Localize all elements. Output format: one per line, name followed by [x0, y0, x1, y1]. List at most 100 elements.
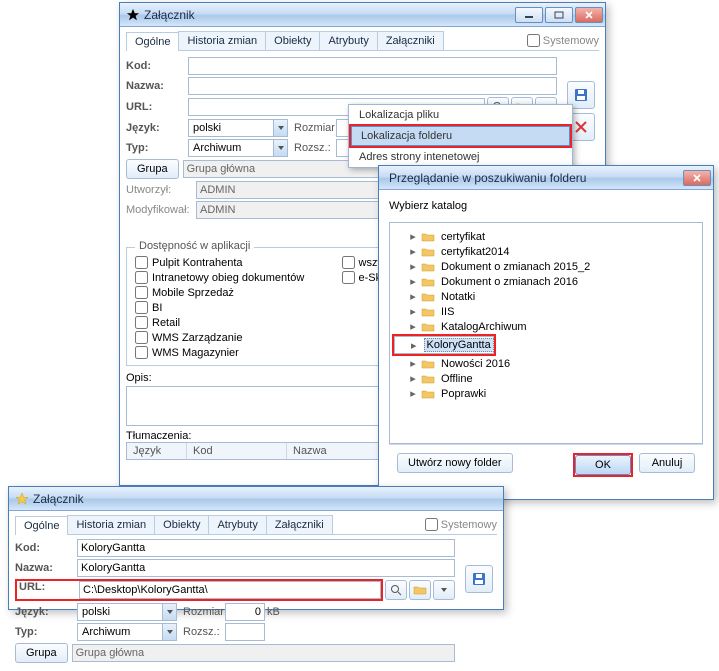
expand-icon[interactable]: ▸ — [411, 339, 417, 352]
grupa-button[interactable]: Grupa — [126, 159, 179, 179]
menu-web-address[interactable]: Adres strony intenetowej — [349, 147, 572, 167]
jezyk-select[interactable]: polski — [188, 119, 288, 137]
tab-objects-2[interactable]: Obiekty — [154, 515, 209, 534]
tab-general[interactable]: Ogólne — [126, 32, 179, 51]
nazwa-input-2[interactable] — [77, 559, 455, 577]
expand-icon[interactable]: ▸ — [408, 357, 418, 370]
red-highlight-ok: OK — [573, 453, 633, 477]
th-jezyk: Język — [127, 443, 187, 459]
lbl-rozmiar-2: Rozmiar: — [183, 606, 225, 618]
browse-prompt: Wybierz katalog — [389, 200, 703, 212]
expand-icon[interactable]: ▸ — [408, 305, 418, 318]
expand-icon[interactable]: ▸ — [408, 245, 418, 258]
browse-folder-dialog: Przeglądanie w poszukiwaniu folderu Wybi… — [378, 165, 714, 500]
tree-node[interactable]: ▸Nowości 2016 — [392, 356, 700, 371]
new-folder-button[interactable]: Utwórz nowy folder — [397, 453, 513, 473]
lbl-rozsz: Rozsz.: — [294, 142, 336, 154]
typ-select-2[interactable]: Archiwum — [77, 623, 177, 641]
minimize-button[interactable] — [515, 7, 543, 23]
chk-wmsz[interactable]: WMS Zarządzanie — [135, 331, 342, 344]
url-dropdown-menu: Lokalizacja pliku Lokalizacja folderu Ad… — [348, 104, 573, 168]
rozmiar-input-2[interactable] — [225, 603, 265, 621]
kod-input[interactable] — [188, 57, 557, 75]
tree-node[interactable]: ▸certyfikat2014 — [392, 244, 700, 259]
expand-icon[interactable]: ▸ — [408, 372, 418, 385]
browse-close-button[interactable] — [683, 170, 711, 186]
tree-node[interactable]: ▸Notatki — [392, 289, 700, 304]
expand-icon[interactable]: ▸ — [408, 275, 418, 288]
systemowy-check-2[interactable]: Systemowy — [421, 515, 497, 534]
rozmiar-unit: kB — [267, 606, 280, 618]
red-highlight-selected-folder: ▸KoloryGantta — [392, 334, 496, 356]
tree-node[interactable]: ▸KatalogArchiwum — [392, 319, 700, 334]
tree-node[interactable]: ▸Offline — [392, 371, 700, 386]
chk-retail[interactable]: Retail — [135, 316, 342, 329]
nazwa-input[interactable] — [188, 77, 557, 95]
expand-icon[interactable]: ▸ — [408, 290, 418, 303]
save-button-2[interactable] — [465, 565, 493, 593]
window-title: Załącznik — [144, 8, 513, 22]
lbl-jezyk: Język: — [126, 122, 188, 134]
expand-icon[interactable]: ▸ — [408, 320, 418, 333]
expand-icon[interactable]: ▸ — [408, 230, 418, 243]
expand-icon[interactable]: ▸ — [408, 387, 418, 400]
close-button[interactable] — [575, 7, 603, 23]
jezyk-select-2[interactable]: polski — [77, 603, 177, 621]
lbl-url: URL: — [126, 101, 188, 113]
tab-history[interactable]: Historia zmian — [178, 31, 266, 50]
browse-titlebar[interactable]: Przeglądanie w poszukiwaniu folderu — [379, 166, 713, 190]
url-browse-button-2[interactable] — [385, 580, 407, 600]
typ-value: Archiwum — [193, 142, 241, 154]
url-menu-button-2[interactable] — [433, 580, 455, 600]
chk-bi[interactable]: BI — [135, 301, 342, 314]
side-toolbar-2 — [463, 565, 493, 593]
lbl-typ: Typ: — [126, 142, 188, 154]
lbl-tlum: Tłumaczenia: — [126, 430, 191, 442]
star-icon — [126, 8, 140, 22]
lbl-nazwa-2: Nazwa: — [15, 562, 77, 574]
maximize-button[interactable] — [545, 7, 573, 23]
typ-select[interactable]: Archiwum — [188, 139, 288, 157]
rozsz-input-2[interactable] — [225, 623, 265, 641]
window2-title: Załącznik — [33, 492, 501, 506]
systemowy-check[interactable]: Systemowy — [523, 31, 599, 50]
cancel-button[interactable]: Anuluj — [639, 453, 695, 473]
tab-objects[interactable]: Obiekty — [265, 31, 320, 50]
red-highlight-folder-loc: Lokalizacja folderu — [349, 124, 572, 148]
tab-attrs[interactable]: Atrybuty — [319, 31, 377, 50]
tab-general-2[interactable]: Ogólne — [15, 516, 68, 535]
menu-folder-location[interactable]: Lokalizacja folderu — [351, 126, 570, 146]
menu-file-location[interactable]: Lokalizacja pliku — [349, 105, 572, 125]
grupa-value-2 — [72, 644, 455, 662]
url-folder-button-2[interactable] — [409, 580, 431, 600]
tree-node[interactable]: ▸Dokument o zmianach 2015_2 — [392, 259, 700, 274]
chk-mobile[interactable]: Mobile Sprzedaż — [135, 286, 342, 299]
titlebar-2[interactable]: Załącznik — [9, 487, 503, 511]
lbl-rozmiar: Rozmiar: — [294, 122, 336, 134]
chk-wmsm[interactable]: WMS Magazynier — [135, 346, 342, 359]
tree-node[interactable]: ▸Poprawki — [392, 386, 700, 401]
url-input-2[interactable] — [79, 581, 381, 599]
chk-pulpit[interactable]: Pulpit Kontrahenta — [135, 256, 342, 269]
expand-icon[interactable]: ▸ — [408, 260, 418, 273]
tree-node[interactable]: ▸Dokument o zmianach 2016 — [392, 274, 700, 289]
kod-input-2[interactable] — [77, 539, 455, 557]
tree-node-selected[interactable]: ▸KoloryGantta — [394, 336, 494, 354]
ok-button[interactable]: OK — [575, 455, 631, 475]
lbl-opis: Opis: — [126, 372, 152, 384]
titlebar[interactable]: Załącznik — [120, 3, 605, 27]
tab-attach[interactable]: Załączniki — [377, 31, 444, 50]
tab-attrs-2[interactable]: Atrybuty — [208, 515, 266, 534]
lbl-url-2: URL: — [17, 581, 79, 599]
tab-attach-2[interactable]: Załączniki — [266, 515, 333, 534]
lbl-typ-2: Typ: — [15, 626, 77, 638]
chk-intranet[interactable]: Intranetowy obieg dokumentów — [135, 271, 342, 284]
tree-node[interactable]: ▸certyfikat — [392, 229, 700, 244]
tree-node[interactable]: ▸IIS — [392, 304, 700, 319]
lbl-rozsz-2: Rozsz.: — [183, 626, 225, 638]
tab-history-2[interactable]: Historia zmian — [67, 515, 155, 534]
systemowy-label: Systemowy — [543, 35, 599, 47]
lbl-utworzyl: Utworzył: — [126, 184, 196, 196]
red-highlight-url: URL: — [15, 579, 383, 601]
grupa-button-2[interactable]: Grupa — [15, 643, 68, 663]
